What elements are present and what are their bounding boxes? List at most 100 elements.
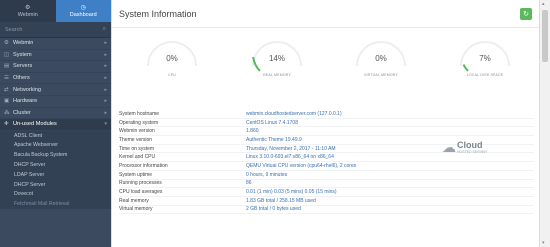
info-row: Real memory 1.83 GB total / 258.15 MB use… — [119, 197, 534, 206]
logo-brand: Cloud — [457, 139, 483, 150]
info-row: Virtual memory 2 GB total / 0 bytes used — [119, 206, 534, 215]
refresh-button[interactable]: ↻ — [520, 7, 532, 20]
info-row: Processor information QEMU Virtual CPU ve… — [119, 162, 534, 171]
system-info-table: System hostname webmin.cloudhostedserver.… — [119, 110, 534, 215]
chevron-right-icon: ▸ — [104, 63, 107, 70]
info-key: Real memory — [119, 197, 149, 204]
sidebar-item-system[interactable]: ◫ System ▸ — [0, 50, 111, 62]
info-key: System uptime — [119, 171, 153, 178]
sidebar-search: ⌕ — [0, 22, 111, 38]
gauge-cpu: 0% CPU — [127, 30, 217, 90]
chevron-right-icon: ▸ — [104, 86, 107, 93]
cloud-hosted-logo: ☁ Cloud HOSTED SERVER — [442, 140, 487, 154]
tab-dashboard[interactable]: ◷ Dashboard — [55, 0, 111, 22]
sidebar-item-unused-modules[interactable]: ✚ Un-used Modules ▾ — [0, 119, 111, 131]
sidebar-item-label: Hardware — [13, 98, 38, 105]
info-row: Kernel and CPU Linux 3.10.0-693.el7.x86_6… — [119, 153, 534, 163]
gauges: 0% CPU 14% REAL MEMORY 0% VIRTUAL MEMORY — [112, 30, 540, 92]
panel-header: System Information ↻ — [112, 0, 539, 28]
sidebar-item-hardware[interactable]: ▣ Hardware ▸ — [0, 96, 111, 108]
sidebar-item-servers[interactable]: ▤ Servers ▸ — [0, 61, 111, 73]
chevron-right-icon: ▸ — [104, 98, 107, 105]
info-row: Running processes 86 — [119, 180, 534, 189]
info-row: CPU load averages 0.01 (1 min) 0.03 (5 mi… — [119, 188, 534, 197]
info-row: System uptime 0 hours, 9 minutes — [119, 171, 534, 180]
chevron-right-icon: ▸ — [104, 109, 107, 116]
scrollbar-thumb[interactable] — [542, 10, 548, 62]
info-value: QEMU Virtual CPU version (cpu64-rhel6), … — [246, 162, 357, 169]
gauge-dial — [147, 41, 197, 67]
refresh-icon: ↻ — [523, 10, 529, 18]
gauge-virtual-memory: 0% VIRTUAL MEMORY — [336, 30, 426, 90]
sidebar-item-label: Servers — [13, 63, 33, 70]
webmin-icon: ⚙ — [4, 40, 9, 47]
sidebar-tabs: ⚙ Webmin ◷ Dashboard — [0, 0, 111, 22]
webmin-icon: ⚙ — [25, 4, 31, 11]
sidebar-item-label: Un-used Modules — [13, 121, 57, 128]
info-value: 1.860 — [246, 128, 259, 135]
submenu-item[interactable]: ADSL Client — [0, 130, 111, 141]
page-scrollbar[interactable]: ▴ ▾ — [539, 0, 550, 247]
submenu-item[interactable]: Bacula Backup System — [0, 150, 111, 161]
search-input[interactable] — [5, 24, 103, 35]
gauge-value: 0% — [166, 54, 178, 63]
gauge-caption: REAL MEMORY — [263, 73, 291, 77]
chevron-right-icon: ▸ — [104, 51, 107, 58]
info-value: CentOS Linux 7.4.1708 — [246, 119, 298, 126]
sidebar-item-label: Networking — [13, 86, 41, 93]
info-value[interactable]: 86 — [246, 180, 252, 186]
gauge-local-disk: 7% LOCAL DISK SPACE — [440, 30, 530, 90]
info-key: Time on system — [119, 145, 155, 152]
sidebar-item-webmin[interactable]: ⚙ Webmin ▸ — [0, 38, 111, 50]
info-key: Webmin version — [119, 128, 155, 135]
info-value[interactable]: webmin.cloudhostedserver.com (127.0.0.1) — [246, 111, 342, 117]
submenu-item[interactable]: LDAP Server — [0, 169, 111, 180]
info-value: 0.01 (1 min) 0.03 (5 mins) 0.05 (15 mins… — [246, 189, 337, 196]
tab-webmin[interactable]: ⚙ Webmin — [0, 0, 56, 22]
scroll-down-icon[interactable]: ▾ — [542, 240, 545, 246]
info-key: Running processes — [119, 180, 162, 187]
info-key: CPU load averages — [119, 189, 163, 196]
sidebar-item-label: Others — [13, 75, 30, 82]
sidebar-item-networking[interactable]: ⇄ Networking ▸ — [0, 84, 111, 96]
submenu-item[interactable]: DHCP Server — [0, 179, 111, 190]
gauge-caption: LOCAL DISK SPACE — [466, 73, 504, 77]
tab-webmin-label: Webmin — [17, 11, 38, 18]
sidebar-item-cluster[interactable]: ⁂ Cluster ▸ — [0, 108, 111, 120]
search-icon[interactable]: ⌕ — [103, 26, 106, 33]
dashboard-icon: ◷ — [80, 4, 86, 11]
gauge-dial — [460, 41, 510, 72]
chevron-down-icon: ▾ — [104, 121, 107, 128]
info-key: Theme version — [119, 136, 153, 143]
info-key: Operating system — [119, 119, 159, 126]
cloud-icon: ☁ — [442, 139, 456, 155]
info-key: Processor information — [119, 162, 168, 169]
info-value[interactable]: Authentic Theme 19.49.9 — [246, 137, 302, 143]
info-key: Kernel and CPU — [119, 154, 156, 161]
gauge-dial — [252, 41, 302, 72]
sidebar-item-others[interactable]: ☰ Others ▸ — [0, 73, 111, 85]
info-value[interactable]: Thursday, November 2, 2017 - 11:10 AM — [246, 146, 336, 152]
sidebar: ⚙ Webmin ◷ Dashboard ⌕ ⚙ Webmin ▸ ◫ Syst… — [0, 0, 111, 247]
gauge-caption: CPU — [168, 73, 176, 77]
gauge-value: 7% — [479, 54, 491, 63]
main-panel: System Information ↻ 0% CPU 14% REAL MEM… — [111, 0, 539, 247]
page-title: System Information — [119, 8, 197, 19]
submenu-item[interactable]: Dovecot — [0, 189, 111, 200]
info-key: Virtual memory — [119, 206, 153, 213]
gauge-real-memory: 14% REAL MEMORY — [232, 30, 322, 90]
info-row: System hostname webmin.cloudhostedserver.… — [119, 110, 534, 119]
submenu-item[interactable]: Fetchmail Mail Retrieval — [0, 199, 111, 210]
gauge-caption: VIRTUAL MEMORY — [363, 73, 399, 77]
info-key: System hostname — [119, 110, 160, 117]
submenu-item[interactable]: Apache Webserver — [0, 140, 111, 151]
info-value: 2 GB total / 0 bytes used — [246, 206, 301, 213]
sidebar-item-label: System — [13, 51, 32, 58]
info-value[interactable]: 0 hours, 9 minutes — [246, 172, 287, 178]
hardware-icon: ▣ — [4, 98, 10, 105]
sidebar-item-label: Cluster — [13, 109, 31, 116]
gauge-value: 0% — [375, 54, 387, 63]
submenu-item[interactable]: DHCP Server — [0, 160, 111, 170]
scroll-up-icon[interactable]: ▴ — [542, 1, 545, 7]
tab-dashboard-label: Dashboard — [69, 11, 97, 18]
